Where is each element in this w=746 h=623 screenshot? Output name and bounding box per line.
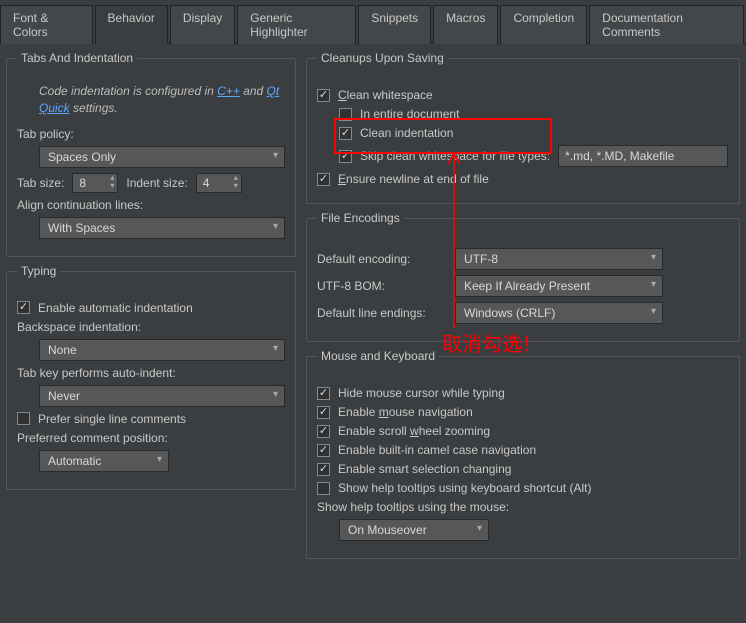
- tab-display[interactable]: Display: [170, 5, 235, 44]
- tooltips-alt-label[interactable]: Show help tooltips using keyboard shortc…: [338, 481, 591, 495]
- smart-sel-label[interactable]: Enable smart selection changing: [338, 462, 511, 476]
- tab-bar: Font & Colors Behavior Display Generic H…: [0, 0, 746, 44]
- tab-behavior[interactable]: Behavior: [95, 5, 168, 44]
- tooltips-mouse-select[interactable]: On Mouseover: [339, 519, 489, 541]
- tab-policy-select[interactable]: Spaces Only: [39, 146, 285, 168]
- singleline-label[interactable]: Prefer single line comments: [38, 412, 186, 426]
- group-mouse-keyboard: Mouse and Keyboard Hide mouse cursor whi…: [306, 356, 740, 559]
- group-tabs-indentation: Tabs And Indentation Code indentation is…: [6, 58, 296, 257]
- hint-text: Code indentation is configured in: [39, 84, 217, 98]
- skip-types-input[interactable]: *.md, *.MD, Makefile: [558, 145, 728, 167]
- indent-size-label: Indent size:: [126, 176, 187, 190]
- clean-indent-label[interactable]: Clean indentation: [360, 126, 453, 140]
- auto-indent-checkbox[interactable]: [17, 301, 30, 314]
- link-cpp[interactable]: C++: [217, 84, 240, 98]
- tab-doc-comments[interactable]: Documentation Comments: [589, 5, 744, 44]
- group-cleanups: Cleanups Upon Saving Clean whitespace In…: [306, 58, 740, 204]
- skip-types-checkbox[interactable]: [339, 150, 352, 163]
- tab-font-colors[interactable]: Font & Colors: [0, 5, 93, 44]
- hint-text: settings.: [70, 101, 118, 115]
- skip-types-label[interactable]: Skip clean whitespace for file types:: [360, 149, 550, 163]
- default-enc-select[interactable]: UTF-8: [455, 248, 663, 270]
- indent-hint: Code indentation is configured in C++ an…: [17, 83, 285, 117]
- commentpos-select[interactable]: Automatic: [39, 450, 169, 472]
- clean-ws-checkbox[interactable]: [317, 89, 330, 102]
- tab-snippets[interactable]: Snippets: [358, 5, 431, 44]
- backspace-label: Backspace indentation:: [17, 320, 141, 334]
- indent-size-input[interactable]: 4: [196, 173, 242, 193]
- line-end-label: Default line endings:: [317, 306, 447, 320]
- tab-size-input[interactable]: 8: [72, 173, 118, 193]
- smart-sel-checkbox[interactable]: [317, 463, 330, 476]
- tooltips-mouse-label: Show help tooltips using the mouse:: [317, 500, 509, 514]
- tabkey-label: Tab key performs auto-indent:: [17, 366, 176, 380]
- tab-completion[interactable]: Completion: [500, 5, 587, 44]
- group-typing: Typing Enable automatic indentation Back…: [6, 271, 296, 490]
- entire-doc-checkbox[interactable]: [339, 108, 352, 121]
- tab-policy-label: Tab policy:: [17, 127, 74, 141]
- bom-label: UTF-8 BOM:: [317, 279, 447, 293]
- clean-indent-checkbox[interactable]: [339, 127, 352, 140]
- singleline-checkbox[interactable]: [17, 412, 30, 425]
- tooltips-alt-checkbox[interactable]: [317, 482, 330, 495]
- group-title: Mouse and Keyboard: [317, 349, 439, 363]
- default-enc-label: Default encoding:: [317, 252, 447, 266]
- backspace-select[interactable]: None: [39, 339, 285, 361]
- camel-checkbox[interactable]: [317, 444, 330, 457]
- commentpos-label: Preferred comment position:: [17, 431, 168, 445]
- mouse-nav-label[interactable]: Enable mouse navigation: [338, 405, 473, 419]
- group-title: File Encodings: [317, 211, 404, 225]
- newline-label[interactable]: Ensure newline at end of file: [338, 172, 489, 186]
- align-label: Align continuation lines:: [17, 198, 143, 212]
- line-end-select[interactable]: Windows (CRLF): [455, 302, 663, 324]
- group-title: Tabs And Indentation: [17, 51, 137, 65]
- scroll-zoom-label[interactable]: Enable scroll wheel zooming: [338, 424, 490, 438]
- hint-text: and: [240, 84, 267, 98]
- group-encodings: File Encodings Default encoding: UTF-8 U…: [306, 218, 740, 342]
- tab-size-label: Tab size:: [17, 176, 64, 190]
- group-title: Cleanups Upon Saving: [317, 51, 448, 65]
- hide-cursor-label[interactable]: Hide mouse cursor while typing: [338, 386, 505, 400]
- align-select[interactable]: With Spaces: [39, 217, 285, 239]
- entire-doc-label[interactable]: In entire document: [360, 107, 459, 121]
- mouse-nav-checkbox[interactable]: [317, 406, 330, 419]
- tab-generic-highlighter[interactable]: Generic Highlighter: [237, 5, 356, 44]
- tab-macros[interactable]: Macros: [433, 5, 498, 44]
- auto-indent-label[interactable]: Enable automatic indentation: [38, 301, 193, 315]
- bom-select[interactable]: Keep If Already Present: [455, 275, 663, 297]
- hide-cursor-checkbox[interactable]: [317, 387, 330, 400]
- scroll-zoom-checkbox[interactable]: [317, 425, 330, 438]
- newline-checkbox[interactable]: [317, 173, 330, 186]
- clean-ws-label[interactable]: Clean whitespace: [338, 88, 433, 102]
- tabkey-select[interactable]: Never: [39, 385, 285, 407]
- camel-label[interactable]: Enable built-in camel case navigation: [338, 443, 536, 457]
- group-title: Typing: [17, 264, 60, 278]
